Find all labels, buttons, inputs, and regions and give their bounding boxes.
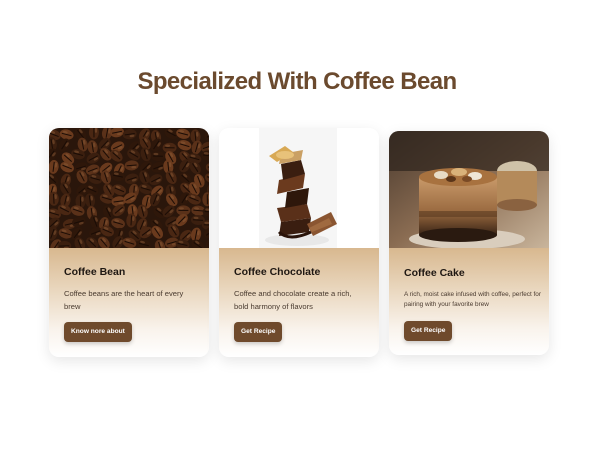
card-body: Coffee Cake A rich, moist cake infused w… xyxy=(389,248,549,355)
coffee-cake-image xyxy=(389,131,549,248)
get-recipe-button[interactable]: Get Recipe xyxy=(234,322,283,342)
card-title: Coffee Bean xyxy=(64,266,126,278)
know-more-button[interactable]: Know nore about xyxy=(64,322,132,342)
section-title: Specialized With Coffee Bean xyxy=(137,68,457,95)
card-description: Coffee and chocolate create a rich, bold… xyxy=(234,289,352,311)
card-coffee-bean: Coffee Bean Coffee beans are the heart o… xyxy=(49,128,209,357)
get-recipe-button[interactable]: Get Recipe xyxy=(404,321,453,341)
card-title: Coffee Cake xyxy=(404,267,465,279)
card-coffee-cake: Coffee Cake A rich, moist cake infused w… xyxy=(389,131,549,355)
card-description: Coffee beans are the heart of every brew xyxy=(64,289,184,311)
card-coffee-chocolate: Coffee Chocolate Coffee and chocolate cr… xyxy=(219,128,379,357)
card-description: A rich, moist cake infused with coffee, … xyxy=(404,291,541,308)
card-title: Coffee Chocolate xyxy=(234,266,321,278)
card-body: Coffee Bean Coffee beans are the heart o… xyxy=(49,248,209,357)
coffee-beans-image xyxy=(49,128,209,248)
chocolate-tower-image xyxy=(219,128,379,248)
card-body: Coffee Chocolate Coffee and chocolate cr… xyxy=(219,248,379,357)
